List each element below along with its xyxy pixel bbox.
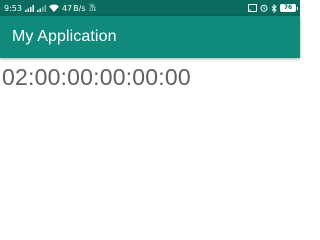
volte-indicator: Vo LTE: [90, 4, 97, 12]
cast-icon: [248, 4, 257, 12]
timer-text: 02:00:00:00:00:00: [2, 64, 191, 90]
net-speed-unit: B/s: [73, 3, 86, 13]
status-time: 9:53: [4, 3, 22, 13]
net-speed-value: 47: [61, 3, 73, 13]
battery-level: 76: [283, 4, 293, 11]
battery-icon: 76: [280, 4, 298, 12]
app-bar: My Application: [0, 16, 300, 58]
signal-icon: [36, 4, 46, 12]
main-content: 02:00:00:00:00:00: [0, 58, 300, 210]
app-title: My Application: [12, 28, 117, 45]
status-right: 76: [248, 3, 298, 13]
wifi-icon: [48, 4, 59, 12]
signal-icon: [24, 4, 34, 12]
status-left: 9:53 47 B/s Vo LTE: [4, 4, 96, 13]
status-bar: 9:53 47 B/s Vo LTE 76: [0, 0, 300, 16]
net-speed: 47 B/s: [62, 4, 86, 13]
bluetooth-icon: [271, 3, 277, 13]
volte-bottom: LTE: [89, 7, 97, 12]
alarm-icon: [260, 4, 268, 12]
